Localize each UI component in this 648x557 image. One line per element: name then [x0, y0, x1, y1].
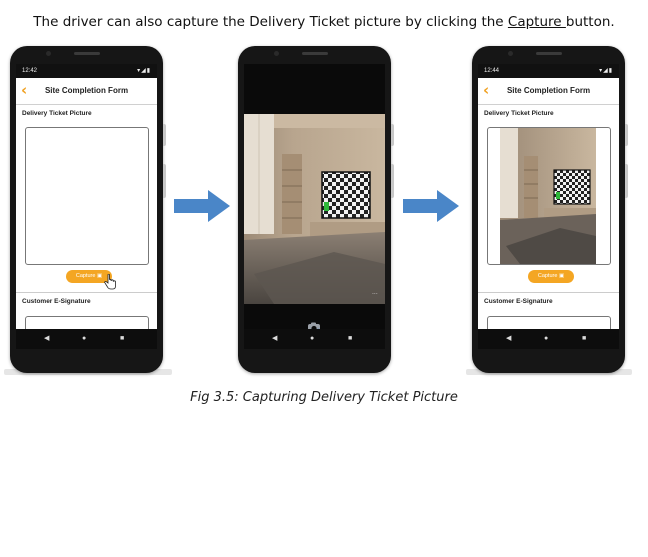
capture-button-label: Capture: [75, 273, 96, 279]
camera-icon: ▣: [558, 273, 565, 279]
nav-recents-icon[interactable]: ■: [582, 335, 586, 343]
nav-recents-icon[interactable]: ■: [120, 335, 124, 343]
app-bar: ‹ Site Completion Form: [16, 78, 157, 105]
intro-text-before: The driver can also capture the Delivery…: [33, 14, 508, 30]
svg-text:···: ···: [372, 291, 378, 298]
signal-battery-icon: ▾◢▮: [137, 68, 151, 74]
arrow-right-icon: [174, 190, 230, 222]
android-nav-bar: ◀ ● ■: [244, 329, 385, 349]
section-divider: [478, 292, 619, 293]
app-title: Site Completion Form: [506, 86, 591, 95]
figure-caption: Fig 3.5: Capturing Delivery Ticket Pictu…: [190, 390, 458, 405]
capture-button[interactable]: Capture ▣: [528, 270, 574, 283]
power-button: [391, 124, 394, 146]
speaker-grille: [73, 52, 100, 55]
power-button: [163, 124, 166, 146]
phone-3-screen: 12:44 ▾◢▮ ‹ Site Completion Form Deliver…: [478, 64, 619, 349]
front-camera: [508, 51, 513, 56]
volume-button: [163, 164, 166, 198]
status-time: 12:42: [22, 68, 38, 74]
signal-battery-icon: ▾◢▮: [599, 68, 613, 74]
delivery-picture-box: [25, 127, 149, 265]
power-button: [625, 124, 628, 146]
android-nav-bar: ◀ ● ■: [478, 329, 619, 349]
delivery-picture-box: [487, 127, 611, 265]
phone-3: 12:44 ▾◢▮ ‹ Site Completion Form Deliver…: [472, 46, 628, 373]
camera-screen: ··· ◀ ● ■: [244, 64, 385, 349]
phone-2: ··· ◀ ● ■: [238, 46, 394, 373]
intro-text-after: button.: [565, 14, 615, 30]
status-bar: 12:42 ▾◢▮: [16, 64, 157, 78]
status-bar: 12:44 ▾◢▮: [478, 64, 619, 78]
delivery-ticket-label: Delivery Ticket Picture: [484, 110, 554, 117]
camera-viewfinder-photo: ···: [244, 114, 385, 304]
intro-text: The driver can also capture the Delivery…: [0, 14, 648, 30]
front-camera: [46, 51, 51, 56]
nav-home-icon[interactable]: ●: [544, 335, 548, 343]
delivery-ticket-label: Delivery Ticket Picture: [22, 110, 92, 117]
volume-button: [391, 164, 394, 198]
captured-ticket-photo: [500, 128, 596, 264]
phone-1-screen: 12:42 ▾◢▮ ‹ Site Completion Form Deliver…: [16, 64, 157, 349]
speaker-grille: [535, 52, 562, 55]
capture-button-label: Capture: [537, 273, 558, 279]
app-bar: ‹ Site Completion Form: [478, 78, 619, 105]
volume-button: [625, 164, 628, 198]
app-title: Site Completion Form: [44, 86, 129, 95]
camera-icon: ▣: [96, 273, 103, 279]
nav-back-icon[interactable]: ◀: [272, 335, 277, 343]
front-camera: [274, 51, 279, 56]
signature-label: Customer E-Signature: [22, 298, 91, 305]
nav-back-icon[interactable]: ◀: [44, 335, 49, 343]
section-divider: [16, 292, 157, 293]
phone-1: 12:42 ▾◢▮ ‹ Site Completion Form Deliver…: [10, 46, 166, 373]
android-nav-bar: ◀ ● ■: [16, 329, 157, 349]
nav-back-icon[interactable]: ◀: [506, 335, 511, 343]
nav-recents-icon[interactable]: ■: [348, 335, 352, 343]
nav-home-icon[interactable]: ●: [82, 335, 86, 343]
speaker-grille: [301, 52, 328, 55]
hand-pointer-icon: [104, 274, 116, 290]
signature-label: Customer E-Signature: [484, 298, 553, 305]
nav-home-icon[interactable]: ●: [310, 335, 314, 343]
arrow-right-icon: [403, 190, 459, 222]
intro-capture-link: Capture: [507, 14, 566, 30]
status-time: 12:44: [484, 68, 500, 74]
